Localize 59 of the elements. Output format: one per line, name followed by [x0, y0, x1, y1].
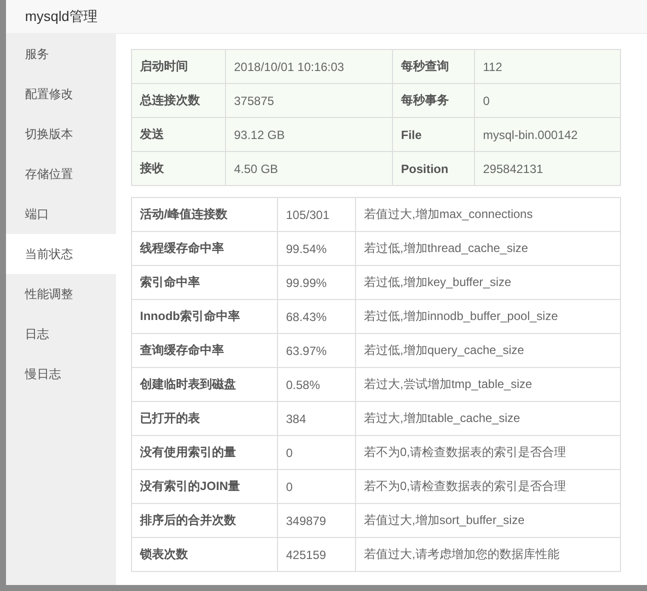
advice-cell: 若过低,增加thread_cache_size [356, 232, 620, 266]
advice-cell: 若值过大,增加sort_buffer_size [356, 504, 620, 538]
value-cell: 63.97% [278, 334, 356, 368]
sidebar-item[interactable]: 配置修改 [6, 74, 116, 114]
value-cell: 4.50 GB [226, 152, 392, 186]
value-cell: mysql-bin.000142 [474, 118, 620, 152]
sidebar-item[interactable]: 服务 [6, 34, 116, 74]
value-cell: 384 [278, 402, 356, 436]
metric-cell: 索引命中率 [132, 266, 278, 300]
advice-cell: 若不为0,请检查数据表的索引是否合理 [356, 436, 620, 470]
value-cell: 68.43% [278, 300, 356, 334]
value-cell: 105/301 [278, 198, 356, 232]
value-cell: 425159 [278, 538, 356, 572]
metric-cell: 已打开的表 [132, 402, 278, 436]
value-cell: 0.58% [278, 368, 356, 402]
label-cell: 启动时间 [132, 50, 226, 84]
label-cell: 总连接次数 [132, 84, 226, 118]
advice-cell: 若过低,增加key_buffer_size [356, 266, 620, 300]
advice-cell: 若值过大,请考虑增加您的数据库性能 [356, 538, 620, 572]
metric-cell: 排序后的合并次数 [132, 504, 278, 538]
advice-cell: 若过低,增加innodb_buffer_pool_size [356, 300, 620, 334]
advice-cell: 若不为0,请检查数据表的索引是否合理 [356, 470, 620, 504]
value-cell: 0 [474, 84, 620, 118]
sidebar-item[interactable]: 端口 [6, 194, 116, 234]
advice-cell: 若过大,增加table_cache_size [356, 402, 620, 436]
metric-cell: 锁表次数 [132, 538, 278, 572]
metric-cell: Innodb索引命中率 [132, 300, 278, 334]
sidebar-item[interactable]: 切换版本 [6, 114, 116, 154]
label-cell: File [392, 118, 474, 152]
advice-cell: 若过低,增加query_cache_size [356, 334, 620, 368]
value-cell: 112 [474, 50, 620, 84]
value-cell: 2018/10/01 10:16:03 [226, 50, 392, 84]
metric-cell: 没有使用索引的量 [132, 436, 278, 470]
advice-cell: 若过大,尝试增加tmp_table_size [356, 368, 620, 402]
value-cell: 99.99% [278, 266, 356, 300]
window-title: mysqld管理 [25, 8, 98, 26]
metric-cell: 活动/峰值连接数 [132, 198, 278, 232]
value-cell: 375875 [226, 84, 392, 118]
value-cell: 349879 [278, 504, 356, 538]
value-cell: 99.54% [278, 232, 356, 266]
label-cell: Position [392, 152, 474, 186]
value-cell: 93.12 GB [226, 118, 392, 152]
sidebar-item[interactable]: 日志 [6, 314, 116, 354]
sidebar-item[interactable]: 存储位置 [6, 154, 116, 194]
metric-cell: 创建临时表到磁盘 [132, 368, 278, 402]
value-cell: 0 [278, 470, 356, 504]
label-cell: 每秒事务 [392, 84, 474, 118]
label-cell: 每秒查询 [392, 50, 474, 84]
metric-cell: 没有索引的JOIN量 [132, 470, 278, 504]
value-cell: 0 [278, 436, 356, 470]
label-cell: 接收 [132, 152, 226, 186]
advice-cell: 若值过大,增加max_connections [356, 198, 620, 232]
label-cell: 发送 [132, 118, 226, 152]
sidebar-item[interactable]: 当前状态 [6, 234, 116, 274]
value-cell: 295842131 [474, 152, 620, 186]
metric-cell: 线程缓存命中率 [132, 232, 278, 266]
sidebar-item[interactable]: 慢日志 [6, 354, 116, 394]
metric-cell: 查询缓存命中率 [132, 334, 278, 368]
sidebar-item[interactable]: 性能调整 [6, 274, 116, 314]
